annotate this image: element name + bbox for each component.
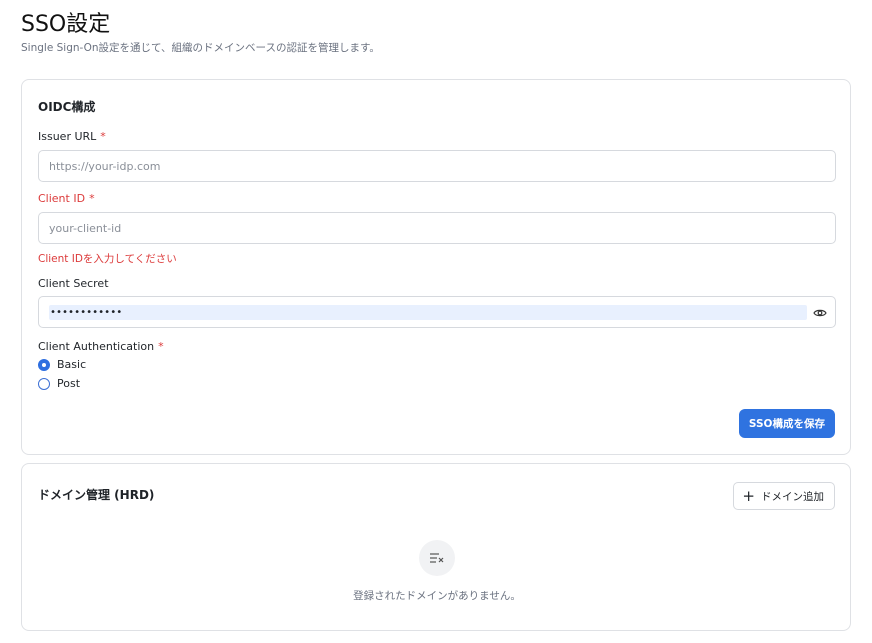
client-id-error: Client IDを入力してください bbox=[38, 253, 177, 265]
radio-basic[interactable]: Basic bbox=[38, 358, 86, 371]
client-secret-value[interactable]: •••••••••••• bbox=[49, 305, 807, 320]
client-auth-label-text: Client Authentication bbox=[38, 340, 155, 353]
add-domain-label: ドメイン追加 bbox=[761, 490, 824, 503]
empty-state-icon-wrap bbox=[419, 540, 455, 576]
radio-post[interactable]: Post bbox=[38, 377, 80, 390]
client-secret-input[interactable]: •••••••••••• bbox=[38, 296, 836, 328]
radio-basic-control[interactable] bbox=[38, 358, 50, 371]
client-auth-label: Client Authentication * bbox=[38, 340, 164, 353]
empty-list-icon bbox=[429, 549, 445, 568]
issuer-url-input[interactable] bbox=[38, 150, 836, 182]
add-domain-button[interactable]: + ドメイン追加 bbox=[733, 482, 835, 510]
empty-state-text: 登録されたドメインがありません。 bbox=[353, 590, 521, 602]
required-mark: * bbox=[89, 192, 95, 205]
client-secret-label: Client Secret bbox=[38, 277, 109, 290]
radio-post-control[interactable] bbox=[38, 377, 50, 390]
save-sso-button[interactable]: SSO構成を保存 bbox=[738, 409, 835, 438]
client-id-label-text: Client ID bbox=[38, 192, 86, 205]
plus-icon: + bbox=[742, 486, 755, 505]
eye-icon[interactable] bbox=[811, 304, 829, 322]
radio-post-label: Post bbox=[57, 377, 81, 390]
page-title: SSO設定 bbox=[21, 12, 111, 37]
oidc-card-title: OIDC構成 bbox=[38, 100, 96, 114]
issuer-url-label: Issuer URL * bbox=[38, 130, 106, 143]
required-mark: * bbox=[100, 130, 106, 143]
radio-basic-label: Basic bbox=[57, 358, 87, 371]
required-mark: * bbox=[158, 340, 164, 353]
page-subtitle: Single Sign-On設定を通じて、組織のドメインベースの認証を管理します… bbox=[21, 42, 380, 54]
domain-card-title: ドメイン管理 (HRD) bbox=[38, 488, 155, 502]
issuer-url-label-text: Issuer URL bbox=[38, 130, 97, 143]
domain-management-card: ドメイン管理 (HRD) + ドメイン追加 登録されたドメインがありません。 bbox=[21, 463, 851, 631]
client-id-label: Client ID * bbox=[38, 192, 95, 205]
client-id-input[interactable] bbox=[38, 212, 836, 244]
oidc-config-card: OIDC構成 Issuer URL* Client ID* Client IDを… bbox=[21, 79, 851, 455]
